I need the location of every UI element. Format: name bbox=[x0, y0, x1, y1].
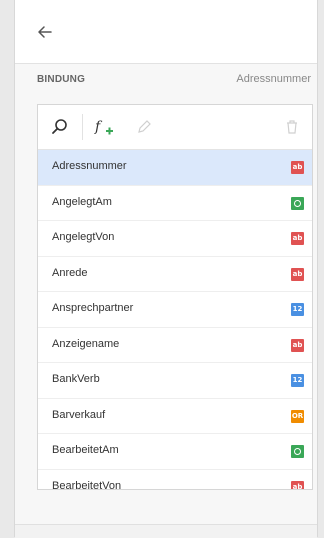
field-row[interactable]: Adressnummer ab bbox=[38, 150, 312, 186]
type-badge: ab bbox=[291, 232, 304, 245]
type-badge: ab bbox=[291, 338, 304, 352]
field-row[interactable]: BearbeitetAm bbox=[38, 434, 312, 470]
pencil-icon[interactable] bbox=[134, 117, 154, 137]
field-label: BearbeitetVon bbox=[52, 479, 122, 490]
field-row[interactable]: BankVerb 12 bbox=[38, 363, 312, 399]
search-icon[interactable] bbox=[50, 117, 70, 137]
back-arrow-icon[interactable] bbox=[35, 22, 55, 42]
field-label: BearbeitetAm bbox=[52, 444, 119, 456]
date-type-icon bbox=[291, 445, 304, 458]
field-row[interactable]: AngelegtVon ab bbox=[38, 221, 312, 257]
field-row[interactable]: Anzeigename ab bbox=[38, 328, 312, 363]
panel-footer bbox=[15, 524, 317, 538]
list-toolbar: f bbox=[38, 105, 312, 150]
field-label: Adressnummer bbox=[52, 160, 127, 172]
field-label: Anzeigename bbox=[52, 337, 120, 350]
field-label: BankVerb bbox=[52, 373, 100, 385]
field-label: Ansprechpartner bbox=[52, 302, 134, 314]
field-label: AngelegtVon bbox=[52, 231, 115, 243]
type-badge: 12 bbox=[291, 303, 304, 316]
field-label: Anrede bbox=[52, 266, 88, 279]
header-bar bbox=[15, 0, 317, 64]
field-label: Barverkauf bbox=[52, 408, 106, 421]
type-badge: ab bbox=[291, 161, 304, 174]
type-badge: ab bbox=[291, 480, 304, 489]
field-list-box: f Adressnummer ab AngelegtAm AngelegtVon ab A… bbox=[37, 104, 313, 490]
trash-icon[interactable] bbox=[282, 117, 302, 137]
svg-text:f: f bbox=[94, 119, 103, 135]
field-row[interactable]: Ansprechpartner 12 bbox=[38, 292, 312, 328]
toolbar-separator bbox=[82, 114, 83, 140]
field-row[interactable]: BearbeitetVon ab bbox=[38, 470, 312, 490]
type-badge: ab bbox=[291, 267, 304, 281]
section-value: Adressnummer bbox=[236, 73, 311, 85]
field-row[interactable]: Barverkauf OR bbox=[38, 399, 312, 434]
type-badge: 12 bbox=[291, 374, 304, 387]
field-rows: Adressnummer ab AngelegtAm AngelegtVon ab Anr… bbox=[38, 150, 312, 490]
field-row[interactable]: Anrede ab bbox=[38, 257, 312, 292]
field-row[interactable]: AngelegtAm bbox=[38, 186, 312, 221]
properties-panel: BINDUNG Adressnummer f Adressnummer ab Ang… bbox=[14, 0, 318, 538]
type-badge: OR bbox=[291, 409, 304, 423]
date-type-icon bbox=[291, 196, 304, 210]
section-label: BINDUNG bbox=[37, 74, 86, 85]
field-label: AngelegtAm bbox=[52, 195, 112, 208]
function-add-icon[interactable]: f bbox=[94, 117, 118, 137]
